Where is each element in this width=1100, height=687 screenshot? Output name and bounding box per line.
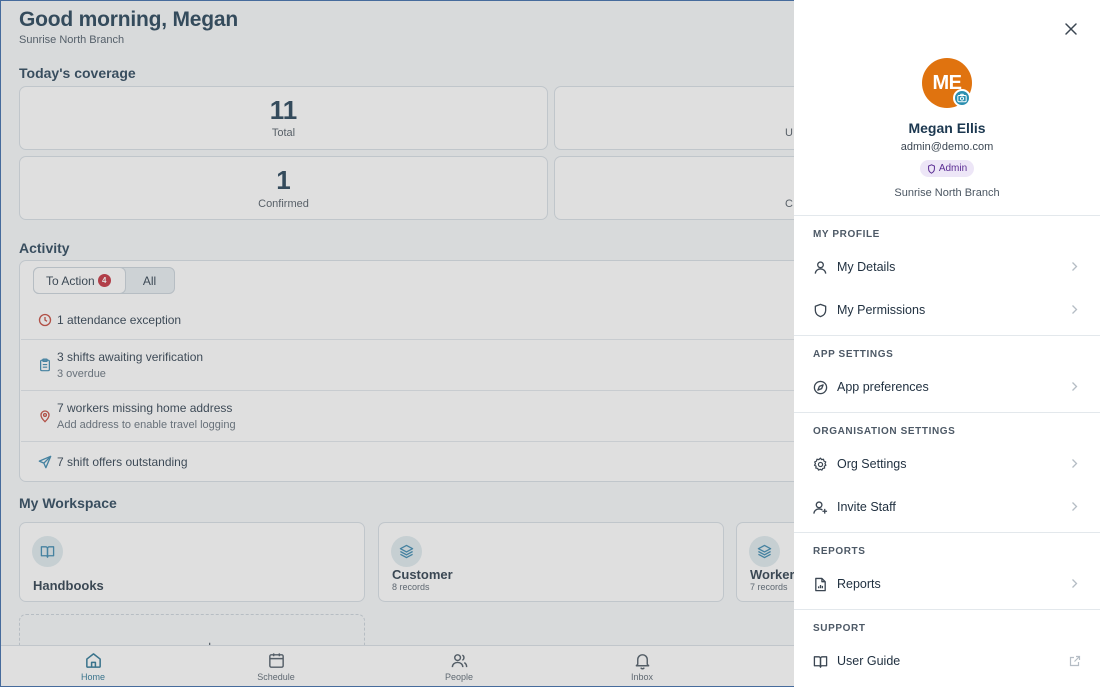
menu-item-label: App preferences [837,380,929,394]
external-link-icon [1069,655,1081,667]
user-icon [814,261,827,274]
close-icon[interactable] [1064,22,1078,36]
group-title-my-profile: MY PROFILE [813,229,880,240]
group-title-reports: REPORTS [813,546,866,557]
group-title-support: SUPPORT [813,623,866,634]
chevron-right-icon [1072,459,1078,468]
group-title-org-settings: ORGANISATION SETTINGS [813,426,956,437]
chevron-right-icon [1072,305,1078,314]
menu-item-reports[interactable]: Reports [794,567,1100,601]
divider [794,215,1100,216]
shield-icon [814,303,827,318]
profile-drawer: ME Megan Ellis admin@demo.com Admin Sunr… [794,0,1100,687]
menu-item-user-guide[interactable]: User Guide [794,644,1100,678]
profile-branch: Sunrise North Branch [894,187,1000,199]
profile-email: admin@demo.com [900,141,994,153]
menu-item-my-details[interactable]: My Details [794,250,1100,284]
report-icon [815,577,826,592]
role-label: Admin [938,163,968,174]
menu-item-app-preferences[interactable]: App preferences [794,370,1100,404]
divider [794,412,1100,413]
role-badge: Admin [920,160,974,177]
divider [794,609,1100,610]
user-plus-icon [813,501,828,514]
divider [794,532,1100,533]
divider [794,335,1100,336]
modal-backdrop[interactable] [0,0,794,687]
group-title-app-settings: APP SETTINGS [813,349,894,360]
compass-icon [813,380,828,395]
menu-item-invite-staff[interactable]: Invite Staff [794,490,1100,524]
menu-item-label: User Guide [837,654,901,668]
chevron-right-icon [1072,262,1078,271]
chevron-right-icon [1072,502,1078,511]
gear-icon [813,457,827,471]
menu-item-org-settings[interactable]: Org Settings [794,447,1100,481]
menu-item-label: Invite Staff [837,500,896,514]
camera-icon[interactable] [953,89,971,107]
profile-name: Megan Ellis [908,120,986,136]
book-icon [813,656,828,668]
menu-item-my-permissions[interactable]: My Permissions [794,293,1100,327]
menu-item-label: Reports [837,577,881,591]
chevron-right-icon [1072,382,1078,391]
chevron-right-icon [1072,579,1078,588]
menu-item-label: My Details [837,260,896,274]
menu-item-label: My Permissions [837,303,926,317]
menu-item-label: Org Settings [837,457,907,471]
shield-icon [927,163,935,174]
